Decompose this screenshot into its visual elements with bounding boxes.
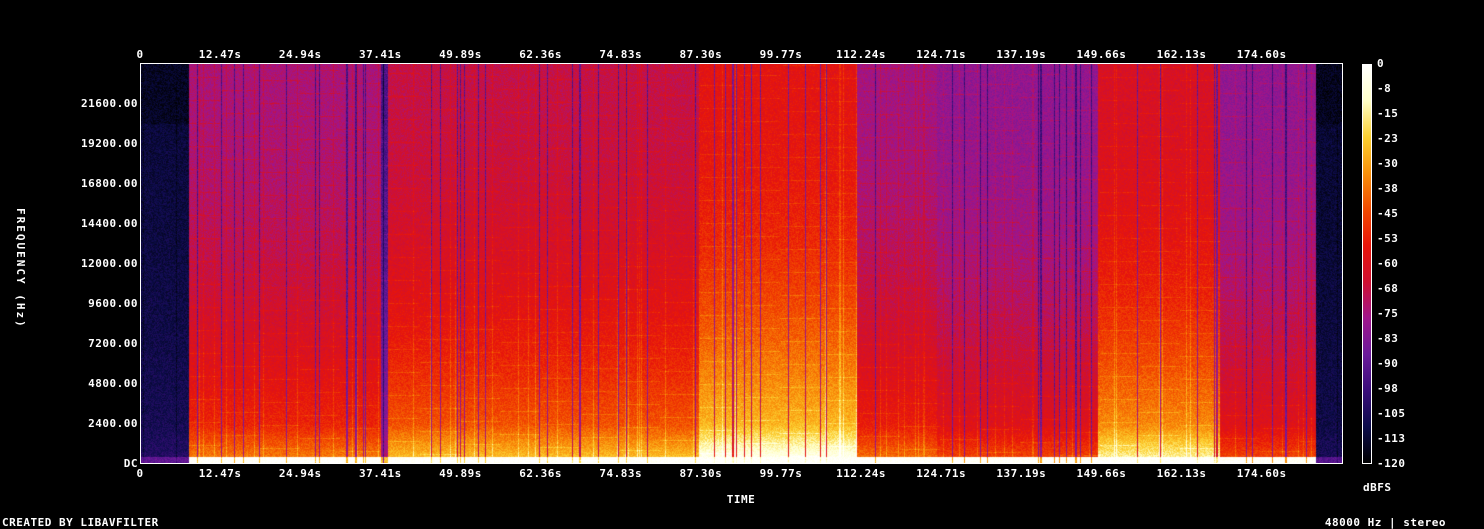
x-tick-label-bottom: 74.83s xyxy=(599,467,643,480)
x-axis-label: TIME xyxy=(726,493,756,506)
colorbar-label: dBFS xyxy=(1363,481,1392,494)
colorbar-tick-label: -45 xyxy=(1377,207,1399,220)
colorbar-tick-label: -75 xyxy=(1377,307,1399,320)
colorbar-tick-label: -83 xyxy=(1377,332,1399,345)
x-tick-label-top: 49.89s xyxy=(439,48,482,61)
colorbar-tick-label: 0 xyxy=(1377,57,1385,70)
y-tick-label: 21600.00 xyxy=(81,97,138,110)
colorbar-tick-label: -15 xyxy=(1377,107,1399,120)
x-tick-label-top: 174.60s xyxy=(1236,48,1287,61)
x-tick-label-top: 99.77s xyxy=(759,48,803,61)
x-tick-label-bottom: 149.66s xyxy=(1076,467,1127,480)
y-tick-label: 2400.00 xyxy=(88,417,138,430)
x-tick-label-top: 37.41s xyxy=(358,48,402,61)
y-tick-label: 9600.00 xyxy=(88,297,138,310)
colorbar-tick-label: -53 xyxy=(1377,232,1399,245)
y-tick-label: 4800.00 xyxy=(88,377,138,390)
colorbar-tick-label: -98 xyxy=(1377,382,1399,395)
x-tick-label-top: 87.30s xyxy=(679,48,723,61)
colorbar-tick-label: -105 xyxy=(1377,407,1406,420)
x-tick-label-bottom: 87.30s xyxy=(679,467,723,480)
y-tick-label: 19200.00 xyxy=(81,137,138,150)
y-tick-label: 16800.00 xyxy=(81,177,138,190)
colorbar-tick-label: -8 xyxy=(1377,82,1392,95)
y-tick-label: 12000.00 xyxy=(81,257,138,270)
x-tick-label-bottom: 174.60s xyxy=(1236,467,1287,480)
x-tick-label-top: 124.71s xyxy=(916,48,967,61)
x-tick-label-bottom: 137.19s xyxy=(996,467,1047,480)
x-tick-label-bottom: 99.77s xyxy=(759,467,803,480)
x-tick-label-top: 74.83s xyxy=(599,48,643,61)
x-tick-label-top: 0 xyxy=(136,48,144,61)
x-tick-label-bottom: 62.36s xyxy=(519,467,562,480)
x-tick-label-top: 149.66s xyxy=(1076,48,1127,61)
x-tick-label-bottom: 12.47s xyxy=(198,467,242,480)
colorbar-tick-label: -30 xyxy=(1377,157,1399,170)
colorbar-tick-label: -38 xyxy=(1377,182,1399,195)
x-tick-label-top: 62.36s xyxy=(519,48,562,61)
x-tick-label-bottom: 49.89s xyxy=(439,467,482,480)
colorbar-tick-label: -120 xyxy=(1377,457,1406,470)
y-tick-label: 14400.00 xyxy=(81,217,138,230)
y-tick-label: DC xyxy=(123,457,138,470)
footer-format: 48000 Hz | stereo xyxy=(1324,516,1446,529)
x-tick-label-bottom: 162.13s xyxy=(1156,467,1207,480)
x-tick-label-top: 137.19s xyxy=(996,48,1047,61)
x-tick-label-top: 12.47s xyxy=(198,48,242,61)
footer-credit: CREATED BY LIBAVFILTER xyxy=(2,516,159,529)
y-axis-label: FREQUENCY (Hz) xyxy=(14,208,27,329)
colorbar-tick-label: -60 xyxy=(1377,257,1399,270)
colorbar-tick-label: -68 xyxy=(1377,282,1399,295)
colorbar-tick-label: -113 xyxy=(1377,432,1406,445)
colorbar-tick-label: -90 xyxy=(1377,357,1399,370)
y-tick-label: 7200.00 xyxy=(88,337,138,350)
x-tick-label-top: 112.24s xyxy=(836,48,886,61)
colorbar-tick-label: -23 xyxy=(1377,132,1399,145)
x-tick-label-bottom: 112.24s xyxy=(836,467,886,480)
colorbar xyxy=(1362,64,1372,464)
x-tick-label-top: 162.13s xyxy=(1156,48,1207,61)
x-tick-label-bottom: 124.71s xyxy=(916,467,967,480)
spectrogram-plot xyxy=(140,64,1342,464)
x-tick-label-top: 24.94s xyxy=(278,48,322,61)
x-tick-label-bottom: 37.41s xyxy=(358,467,402,480)
x-tick-label-bottom: 24.94s xyxy=(278,467,322,480)
